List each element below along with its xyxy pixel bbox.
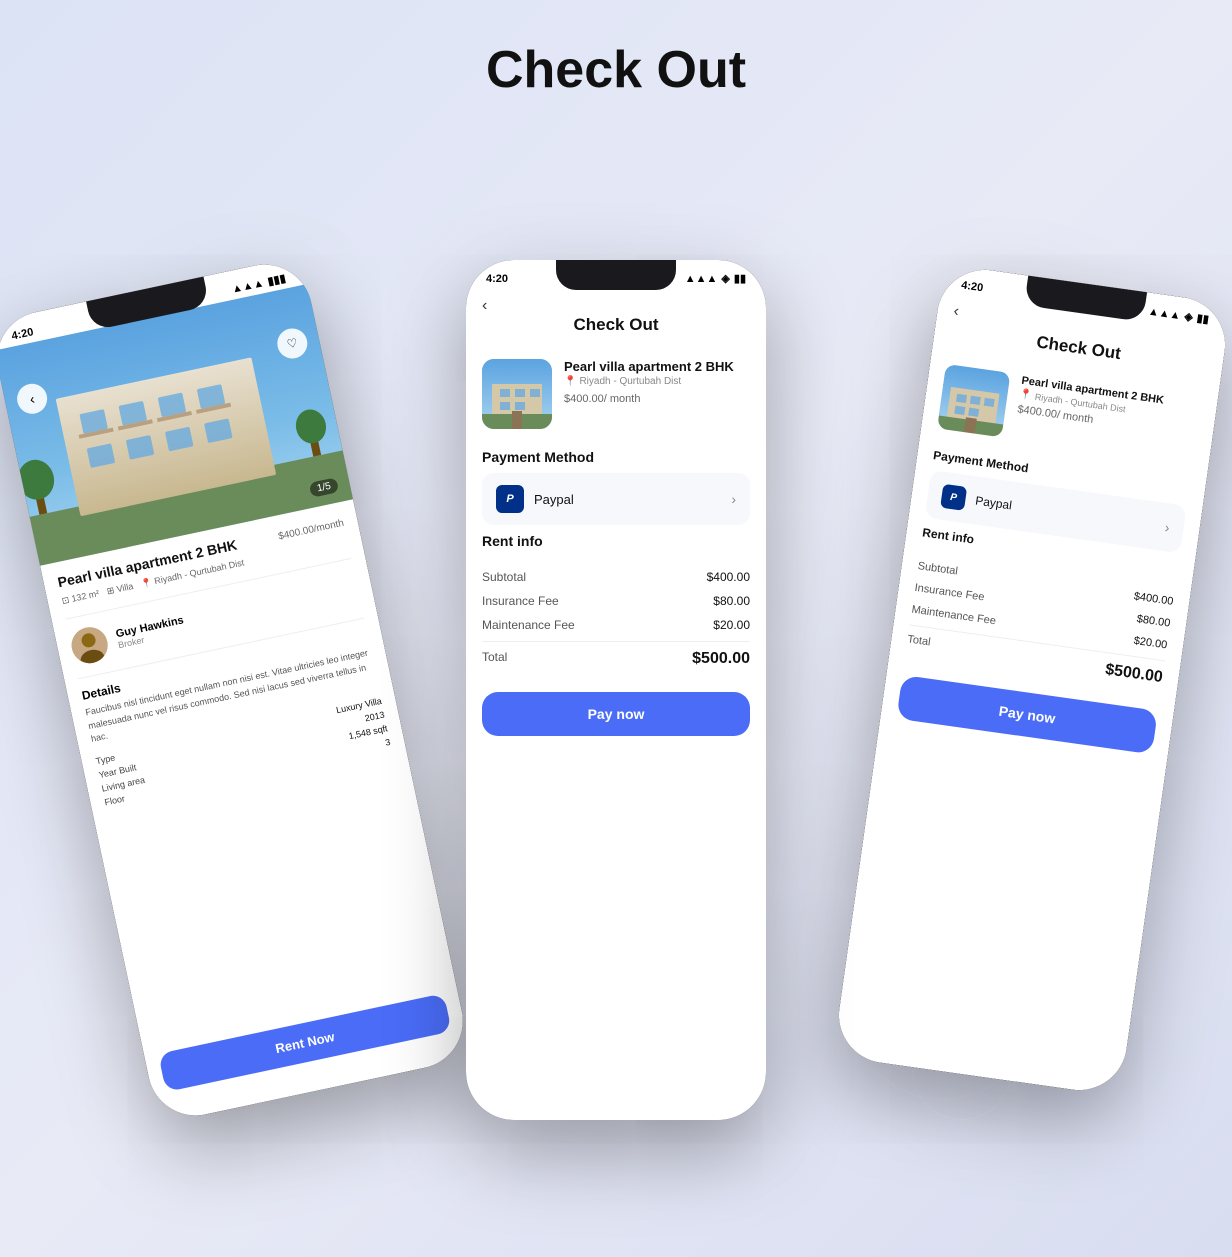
fee-maintenance-mid: Maintenance Fee $20.00 [482, 613, 750, 637]
location-pin-mid: 📍 [564, 376, 576, 387]
total-label-mid: Total [482, 650, 507, 668]
broker-info: Guy Hawkins Broker [115, 614, 187, 650]
detail-label-floor: Floor [104, 793, 126, 807]
phone-left-inner: 4:20 ▲▲▲ ▮▮▮ [0, 256, 472, 1125]
fee-amount-subtotal-mid: $400.00 [707, 570, 750, 584]
detail-val-floor: 3 [384, 736, 391, 747]
payment-method-header-mid: Payment Method [466, 441, 766, 473]
property-thumbnail-right [937, 364, 1010, 437]
fee-amount-insurance-right: $80.00 [1136, 613, 1171, 630]
property-details-right: Pearl villa apartment 2 BHK 📍 Riyadh - Q… [1017, 375, 1165, 436]
wifi-icon-right: ◈ [1184, 310, 1194, 324]
rent-info-section-mid: Subtotal $400.00 Insurance Fee $80.00 Ma… [466, 557, 766, 680]
chevron-right-right: › [1164, 519, 1171, 535]
battery-icon-mid: ▮▮ [734, 272, 746, 285]
signal-icon-right: ▲▲▲ [1147, 305, 1181, 321]
phones-container: 4:20 ▲▲▲ ▮▮▮ [0, 130, 1232, 1180]
phone-right-inner: 4:20 ▲▲▲ ◈ ▮▮ ‹ Check Out [833, 264, 1232, 1097]
thumb-svg-right [937, 364, 1010, 437]
total-amount-right: $500.00 [1104, 661, 1164, 687]
battery-icon: ▮▮▮ [266, 272, 286, 288]
phone-left: 4:20 ▲▲▲ ▮▮▮ [0, 256, 472, 1125]
location-pin-right: 📍 [1019, 389, 1033, 402]
prop-price-mid: $400.00/ month [564, 389, 734, 405]
prop-location-mid: 📍 Riyadh - Qurtubah Dist [564, 376, 734, 387]
thumb-svg-mid [482, 359, 552, 429]
pay-now-button-mid[interactable]: Pay now [482, 692, 750, 736]
notch-mid [556, 260, 676, 290]
fee-amount-maintenance-mid: $20.00 [713, 618, 750, 632]
total-label-right: Total [906, 633, 932, 654]
paypal-icon-mid: P [496, 485, 524, 513]
battery-icon-right: ▮▮ [1196, 311, 1210, 326]
screen-title-mid: Check Out [466, 315, 766, 347]
wifi-icon: ▲▲▲ [231, 277, 265, 296]
status-time-left: 4:20 [10, 326, 34, 342]
page-title: Check Out [0, 0, 1232, 100]
prop-name-mid: Pearl villa apartment 2 BHK [564, 359, 734, 374]
fee-label-subtotal-right: Subtotal [917, 560, 959, 578]
signal-icon-mid: ▲▲▲ [685, 273, 718, 285]
fee-amount-subtotal-right: $400.00 [1133, 590, 1174, 607]
fee-label-subtotal-mid: Subtotal [482, 570, 526, 584]
status-icons-right: ▲▲▲ ◈ ▮▮ [1147, 305, 1209, 326]
property-details-mid: Pearl villa apartment 2 BHK 📍 Riyadh - Q… [564, 359, 734, 405]
fee-label-maintenance-mid: Maintenance Fee [482, 618, 575, 632]
fee-insurance-mid: Insurance Fee $80.00 [482, 589, 750, 613]
phone-right: 4:20 ▲▲▲ ◈ ▮▮ ‹ Check Out [833, 264, 1232, 1097]
fee-label-insurance-mid: Insurance Fee [482, 594, 559, 608]
status-time-mid: 4:20 [486, 273, 508, 285]
avatar-svg [68, 624, 111, 667]
payment-row-mid[interactable]: P Paypal › [482, 473, 750, 525]
rent-now-button[interactable]: Rent Now [158, 993, 452, 1092]
property-card-mid: Pearl villa apartment 2 BHK 📍 Riyadh - Q… [466, 347, 766, 441]
rent-info-header-mid: Rent info [466, 525, 766, 557]
fee-amount-insurance-mid: $80.00 [713, 594, 750, 608]
status-icons-mid: ▲▲▲ ◈ ▮▮ [685, 272, 746, 285]
phone-mid-inner: 4:20 ▲▲▲ ◈ ▮▮ ‹ Check Out [466, 260, 766, 1120]
total-amount-mid: $500.00 [692, 650, 750, 668]
paypal-icon-right: P [940, 484, 967, 511]
phone-mid: 4:20 ▲▲▲ ◈ ▮▮ ‹ Check Out [466, 260, 766, 1120]
back-button-mid[interactable]: ‹ [466, 289, 766, 315]
chevron-right-mid: › [731, 491, 736, 507]
fee-amount-maintenance-right: $20.00 [1133, 635, 1168, 652]
paypal-label-mid: Paypal [534, 492, 731, 507]
property-thumbnail-mid [482, 359, 552, 429]
broker-avatar [68, 624, 111, 667]
fee-subtotal-mid: Subtotal $400.00 [482, 565, 750, 589]
wifi-icon-mid: ◈ [721, 272, 729, 285]
total-row-mid: Total $500.00 [482, 641, 750, 672]
status-time-right: 4:20 [960, 279, 983, 294]
